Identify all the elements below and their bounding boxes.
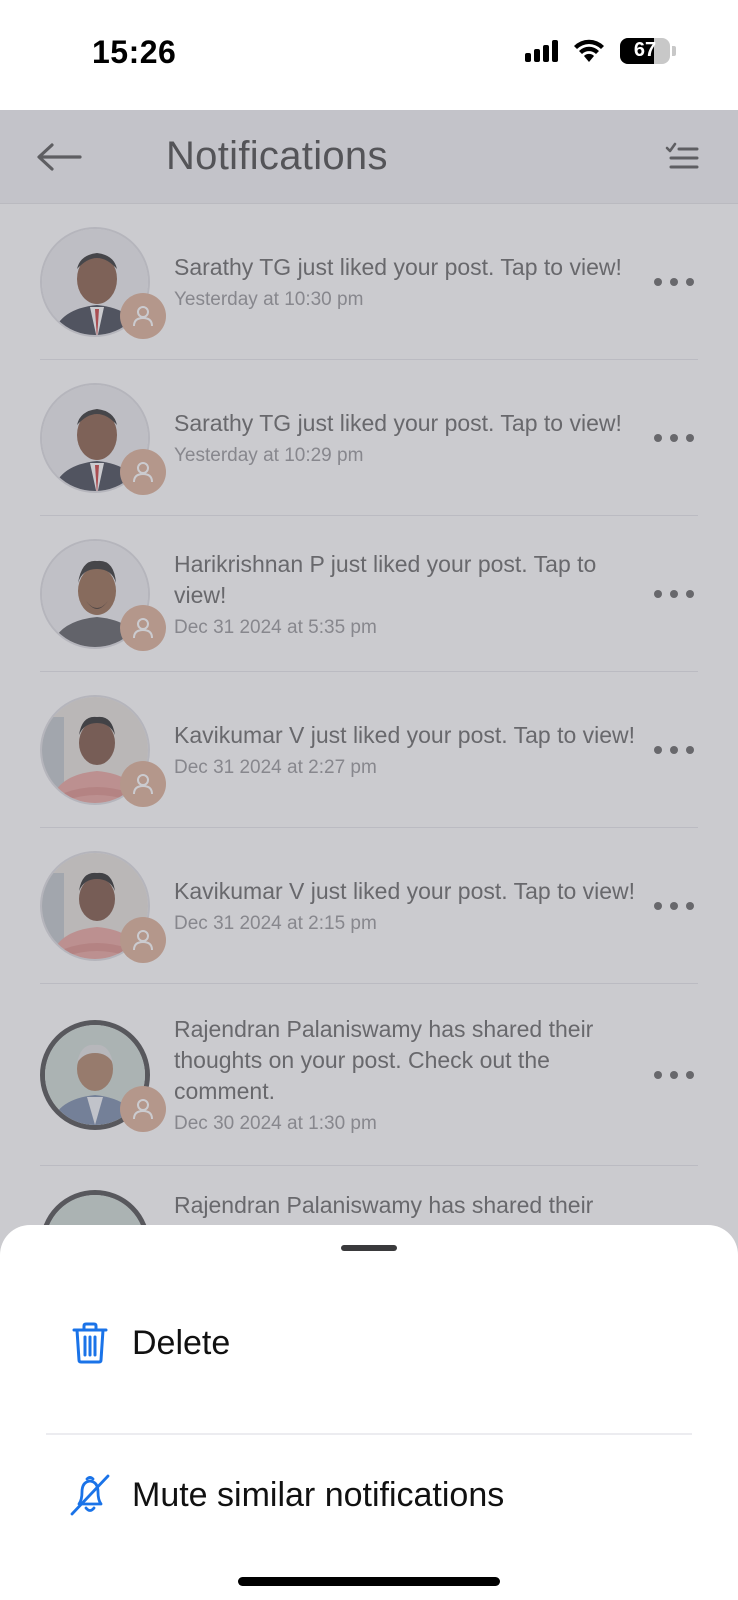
trash-icon <box>70 1321 110 1365</box>
delete-option[interactable]: Delete <box>46 1298 692 1388</box>
delete-label: Delete <box>132 1323 231 1362</box>
sheet-divider <box>46 1433 692 1435</box>
status-bar: 15:26 67 <box>0 0 738 110</box>
battery-icon: 67 <box>620 38 670 64</box>
battery-percent: 67 <box>633 39 657 61</box>
action-sheet: Delete Mute similar notifications <box>0 1225 738 1600</box>
mute-label: Mute similar notifications <box>132 1475 505 1514</box>
mute-option[interactable]: Mute similar notifications <box>46 1450 692 1540</box>
status-icons: 67 <box>525 38 676 64</box>
signal-icon <box>525 40 558 62</box>
battery-tip <box>672 46 676 56</box>
sheet-drag-handle[interactable] <box>341 1245 397 1251</box>
status-time: 15:26 <box>92 34 177 70</box>
wifi-icon <box>574 39 604 62</box>
home-indicator[interactable] <box>238 1577 500 1586</box>
bell-off-icon <box>70 1473 110 1517</box>
